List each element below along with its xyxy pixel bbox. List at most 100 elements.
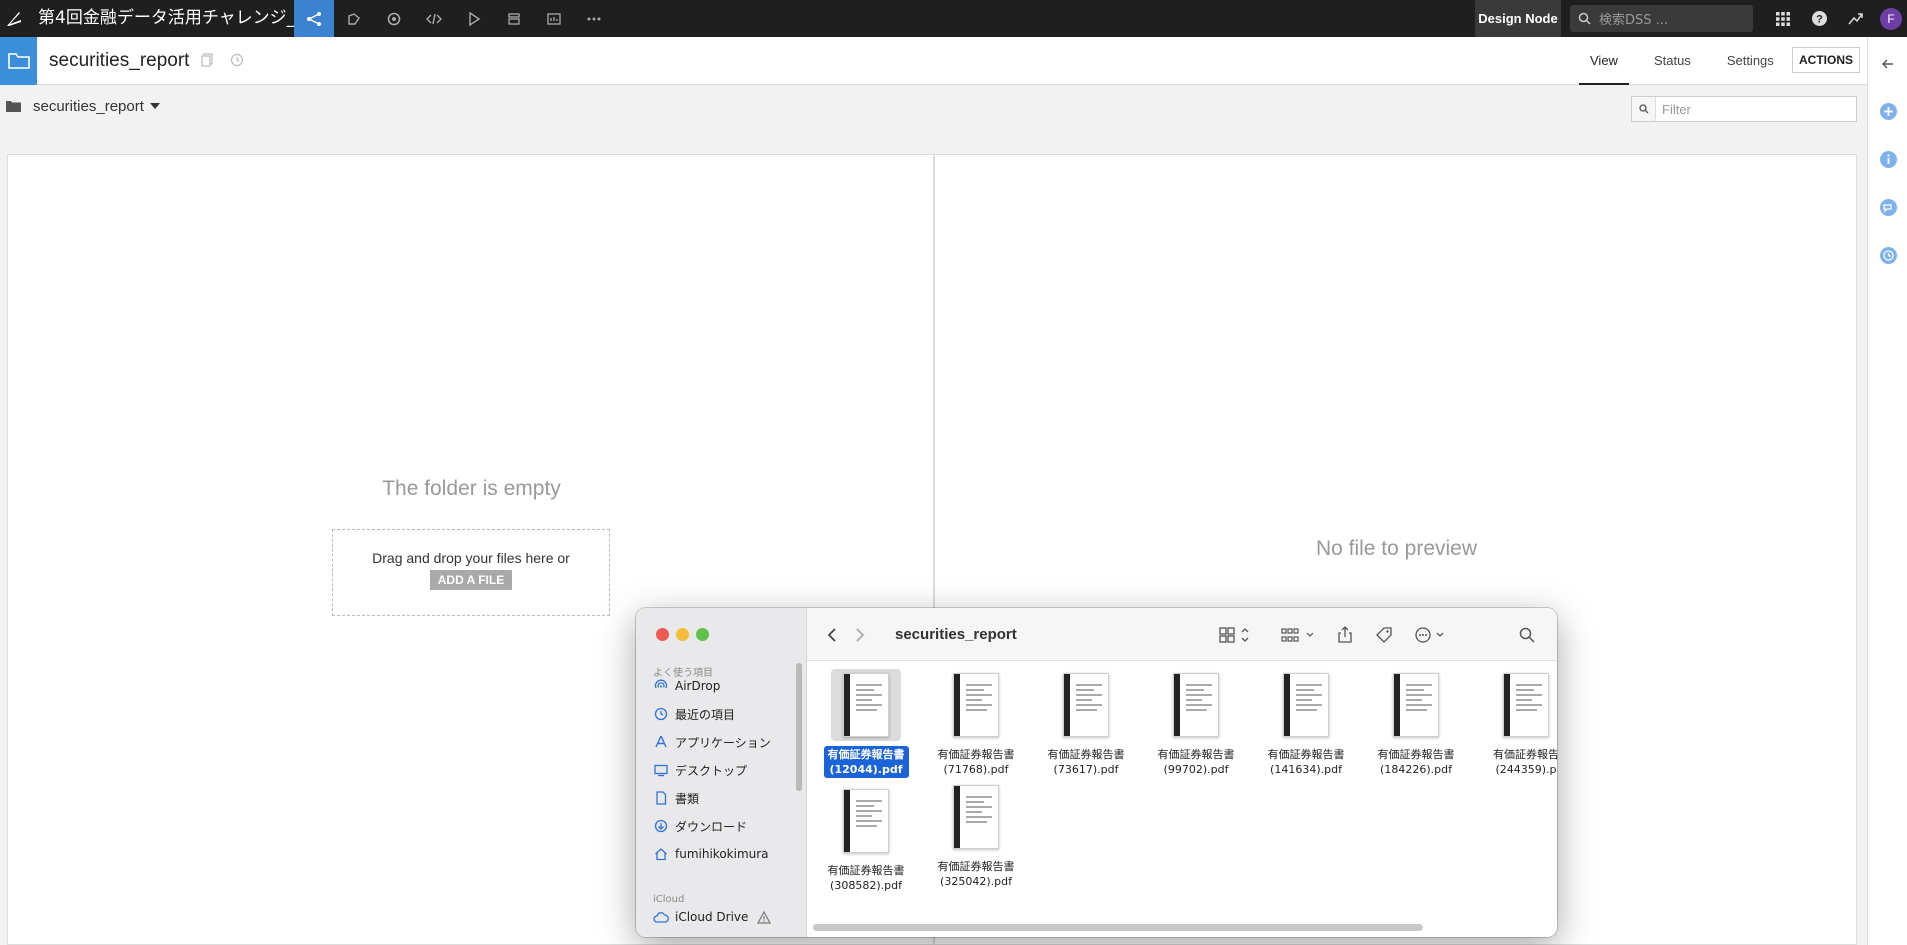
apps-grid-icon[interactable] xyxy=(1765,0,1801,37)
file-dropzone[interactable]: Drag and drop your files here or ADD A F… xyxy=(332,529,610,616)
search-icon xyxy=(1632,97,1656,121)
svg-text:?: ? xyxy=(1816,14,1823,26)
airdrop-icon xyxy=(653,678,669,694)
run-icon[interactable] xyxy=(454,0,494,37)
ml-icon[interactable] xyxy=(374,0,414,37)
file-item[interactable]: 有価証券報告書 (73617).pdf xyxy=(1036,669,1136,778)
file-thumbnail xyxy=(1381,669,1451,741)
file-name-line: 有価証券報告書 xyxy=(1267,748,1345,761)
right-rail xyxy=(1867,37,1907,945)
search-placeholder: 検索DSS ... xyxy=(1599,13,1669,28)
file-item[interactable]: 有価証券報告書 (184226).pdf xyxy=(1366,669,1466,778)
recipes-icon[interactable] xyxy=(334,0,374,37)
pdf-document-icon xyxy=(843,673,889,737)
sidebar-item-label: アプリケーション xyxy=(675,735,771,750)
file-item[interactable]: 有価証券報告書 (308582).pdf xyxy=(816,785,916,894)
page-title[interactable]: securities_report xyxy=(49,37,189,85)
project-title[interactable]: 第4回金融データ活用チャレンジ_ xyxy=(38,0,295,37)
file-name-line: (12044).pdf xyxy=(829,763,903,776)
sidebar-item-desktop[interactable]: デスクトップ xyxy=(653,759,747,781)
flow-icon[interactable] xyxy=(294,0,334,37)
user-avatar[interactable]: F xyxy=(1873,0,1907,37)
download-icon xyxy=(653,818,669,834)
minimize-window-button[interactable] xyxy=(676,628,689,641)
view-mode-icon[interactable] xyxy=(1217,624,1255,646)
file-name-line: 有価証券報告書 xyxy=(1047,748,1125,761)
tab-view[interactable]: View xyxy=(1579,37,1629,85)
file-thumbnail xyxy=(1161,669,1231,741)
top-bar: 第4回金融データ活用チャレンジ_ Design Node 検索DSS ... ?… xyxy=(0,0,1907,37)
sidebar-item-applications[interactable]: アプリケーション xyxy=(653,731,771,753)
chevron-down-icon xyxy=(149,103,160,109)
sidebar-item-recents[interactable]: 最近の項目 xyxy=(653,703,735,725)
copy-icon[interactable] xyxy=(200,53,216,69)
help-icon[interactable]: ? xyxy=(1801,0,1837,37)
file-name-line: 有価証券報告書 xyxy=(1157,748,1235,761)
empty-folder-message: The folder is empty xyxy=(382,477,561,500)
collapse-arrow-icon[interactable] xyxy=(1878,54,1898,74)
code-icon[interactable] xyxy=(414,0,454,37)
sidebar-scrollbar[interactable] xyxy=(796,663,802,791)
file-item[interactable]: 有価証券報告書 (325042).pdf xyxy=(926,781,1026,890)
actions-button[interactable]: ACTIONS xyxy=(1792,47,1860,73)
top-right-icons: ? F xyxy=(1765,0,1907,37)
breadcrumb-folder-label: securities_report xyxy=(33,97,144,115)
share-icon[interactable] xyxy=(1335,624,1355,646)
sidebar-item-home[interactable]: fumihikokimura xyxy=(653,843,769,865)
info-icon[interactable] xyxy=(1878,149,1898,169)
sidebar-item-label: fumihikokimura xyxy=(675,847,769,861)
zoom-window-button[interactable] xyxy=(696,628,709,641)
file-name-line: 有価証券報告書 xyxy=(827,748,905,761)
file-grid-scrollbar[interactable] xyxy=(813,924,1423,931)
file-name-line: (244359).p xyxy=(1495,763,1557,776)
sidebar-item-airdrop[interactable]: AirDrop xyxy=(653,675,720,697)
sidebar-item-downloads[interactable]: ダウンロード xyxy=(653,815,747,837)
discussions-icon[interactable] xyxy=(1878,197,1898,217)
pdf-document-icon xyxy=(1283,673,1329,737)
tag-icon[interactable] xyxy=(1373,624,1395,646)
history-icon[interactable] xyxy=(230,53,246,69)
tab-status[interactable]: Status xyxy=(1643,37,1702,85)
file-item[interactable]: 有価証券報告書 (141634).pdf xyxy=(1256,669,1356,778)
deploy-icon[interactable] xyxy=(494,0,534,37)
window-controls xyxy=(656,628,716,641)
sidebar-item-label: デスクトップ xyxy=(675,763,748,778)
dataiku-logo-icon[interactable] xyxy=(0,0,28,37)
home-icon xyxy=(653,846,669,862)
filter-input[interactable]: Filter xyxy=(1631,96,1857,122)
group-icon[interactable] xyxy=(1279,624,1319,646)
activity-icon[interactable] xyxy=(1837,0,1873,37)
file-item[interactable]: 有価証券報告書 (99702).pdf xyxy=(1146,669,1246,778)
sidebar-item-documents[interactable]: 書類 xyxy=(653,787,699,809)
sidebar-item-icloud-drive[interactable]: iCloud Drive xyxy=(653,906,778,928)
sidebar-item-label: 最近の項目 xyxy=(675,707,736,722)
search-icon xyxy=(1578,12,1591,25)
add-file-button[interactable]: ADD A FILE xyxy=(429,570,513,590)
sidebar-item-label: AirDrop xyxy=(675,679,721,693)
tab-settings[interactable]: Settings xyxy=(1716,37,1785,85)
file-name-line: (325042).pdf xyxy=(940,875,1012,888)
pdf-document-icon xyxy=(953,785,999,849)
dashboard-icon[interactable] xyxy=(534,0,574,37)
timeline-icon[interactable] xyxy=(1878,245,1898,265)
file-thumbnail xyxy=(1271,669,1341,741)
global-search-input[interactable]: 検索DSS ... xyxy=(1570,5,1753,32)
file-name: 有価証券報告書 (308582).pdf xyxy=(824,862,909,894)
file-item[interactable]: 有価証券報告書 (71768).pdf xyxy=(926,669,1026,778)
file-name: 有価証券報告 (244359).p xyxy=(1489,746,1557,778)
forward-icon[interactable] xyxy=(851,624,869,646)
add-icon[interactable] xyxy=(1878,101,1898,121)
search-icon[interactable] xyxy=(1517,624,1537,646)
finder-window: よく使う項目 AirDrop 最近の項目 アプリケーション デスクトップ 書類 … xyxy=(636,608,1557,937)
finder-sidebar: よく使う項目 AirDrop 最近の項目 アプリケーション デスクトップ 書類 … xyxy=(636,608,807,937)
file-item[interactable]: 有価証券報告書 (12044).pdf xyxy=(816,669,916,778)
top-nav xyxy=(294,0,614,37)
back-icon[interactable] xyxy=(823,624,841,646)
close-window-button[interactable] xyxy=(656,628,669,641)
file-thumbnail xyxy=(1051,669,1121,741)
folder-icon xyxy=(0,37,37,85)
more-icon[interactable] xyxy=(574,0,614,37)
more-actions-icon[interactable] xyxy=(1413,624,1451,646)
file-item[interactable]: 有価証券報告 (244359).p xyxy=(1476,669,1557,778)
breadcrumb[interactable]: securities_report xyxy=(6,96,160,116)
